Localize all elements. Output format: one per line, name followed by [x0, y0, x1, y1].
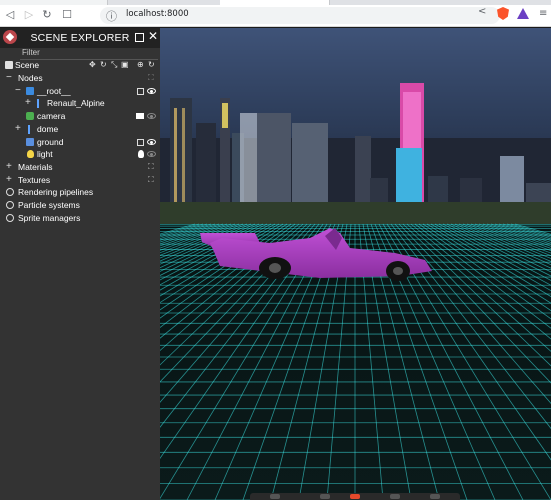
tree-item-ground[interactable]: ground [0, 137, 160, 149]
tree-item-root[interactable]: − __root__ [0, 85, 160, 98]
render-canvas[interactable] [160, 28, 551, 500]
tree-item-label: ground [37, 137, 64, 147]
tree-item-dome[interactable]: + dome [0, 123, 160, 136]
site-info-icon[interactable]: ⓘ [106, 8, 117, 24]
taskbar-item[interactable] [320, 494, 330, 499]
tree-item-label: dome [37, 124, 59, 134]
scale-gizmo-icon[interactable]: ⤡ [111, 60, 117, 70]
taskbar-item[interactable] [390, 494, 400, 499]
brave-rewards-icon[interactable] [517, 8, 529, 19]
visibility-icon[interactable] [147, 88, 156, 94]
url-text: localhost:8000 [126, 9, 189, 19]
bookmark-icon[interactable]: ☐ [60, 8, 74, 22]
bounding-box-gizmo-icon[interactable]: ▣ [121, 60, 129, 69]
tree-item-label: camera [37, 111, 66, 121]
tree-item-textures[interactable]: + Textures ⛶ [0, 174, 160, 187]
tree-item-label: Sprite managers [18, 213, 81, 223]
forward-icon[interactable]: ▷ [22, 8, 36, 22]
visibility-icon[interactable] [147, 113, 156, 119]
tree-item-label: light [37, 149, 53, 159]
filter-input[interactable]: Filter [0, 48, 160, 60]
scene-explorer: SCENE EXPLORER ✕ Filter Scene ✥ ↻ ⤡ ▣ ⊕ … [0, 28, 160, 500]
share-icon[interactable]: < [478, 6, 486, 17]
bone-icon [37, 99, 39, 108]
visibility-icon[interactable] [147, 139, 156, 145]
expand-icon[interactable]: + [6, 174, 12, 185]
back-icon[interactable]: ◁ [3, 8, 17, 22]
tree-item-light[interactable]: light [0, 149, 160, 161]
expand-all-icon[interactable]: ⛶ [148, 175, 154, 185]
menu-icon[interactable]: ≡ [539, 8, 547, 19]
popout-icon[interactable] [135, 33, 144, 42]
tree-item-rendering-pipelines[interactable]: Rendering pipelines [0, 187, 160, 199]
tree-item-label: Textures [18, 175, 51, 185]
circle-icon [6, 214, 14, 222]
tree-item-label: __root__ [37, 86, 71, 96]
cube-icon [26, 87, 34, 95]
circle-icon [6, 188, 14, 196]
tree-line [160, 202, 551, 224]
expand-all-icon[interactable]: ⛶ [148, 162, 154, 172]
scene-icon [5, 61, 13, 69]
bounding-box-icon[interactable] [137, 88, 144, 95]
camera-icon [26, 112, 34, 120]
tree-item-camera[interactable]: camera [0, 111, 160, 123]
tree-item-sprite-managers[interactable]: Sprite managers [0, 213, 160, 225]
bone-icon [28, 125, 30, 134]
taskbar-item[interactable] [270, 494, 280, 499]
mesh-icon [26, 138, 34, 146]
tree-item-label: Renault_Alpine [47, 98, 105, 108]
scene-render [160, 28, 551, 500]
taskbar [250, 493, 460, 500]
expand-icon[interactable]: + [15, 123, 21, 134]
refresh-icon[interactable]: ↻ [148, 60, 155, 69]
circle-icon [6, 201, 14, 209]
light-toggle-icon[interactable] [138, 150, 144, 158]
visibility-icon[interactable] [147, 151, 156, 157]
taskbar-item[interactable] [430, 494, 440, 499]
bounding-box-icon[interactable] [137, 139, 144, 146]
filter-placeholder: Filter [22, 48, 40, 57]
expand-icon[interactable]: + [25, 97, 31, 108]
bulb-icon [27, 150, 34, 158]
tree-item-particle-systems[interactable]: Particle systems [0, 200, 160, 212]
rotate-gizmo-icon[interactable]: ↻ [100, 60, 107, 69]
tree-item-label: Nodes [18, 73, 43, 83]
active-camera-icon[interactable] [136, 113, 144, 119]
tree-item-scene[interactable]: Scene ✥ ↻ ⤡ ▣ ⊕ ↻ [0, 60, 160, 72]
reload-icon[interactable]: ↻ [40, 8, 54, 22]
picking-icon[interactable]: ⊕ [137, 60, 144, 69]
tree-item-label: Rendering pipelines [18, 187, 94, 197]
taskbar-item[interactable] [350, 494, 360, 499]
tree-item-label: Particle systems [18, 200, 80, 210]
translate-gizmo-icon[interactable]: ✥ [89, 60, 96, 69]
explorer-header: SCENE EXPLORER ✕ [0, 28, 160, 48]
expand-all-icon[interactable]: ⛶ [148, 73, 154, 83]
collapse-icon[interactable]: − [15, 85, 21, 96]
tree-item-renault-alpine[interactable]: + Renault_Alpine [0, 97, 160, 110]
expand-icon[interactable]: + [6, 161, 12, 172]
tree-item-label: Scene [15, 60, 40, 70]
browser-toolbar: ◁ ▷ ↻ ☐ ⓘ localhost:8000 < ≡ [0, 5, 551, 27]
tree-item-label: Materials [18, 162, 53, 172]
address-bar[interactable]: ⓘ localhost:8000 [100, 7, 500, 24]
collapse-icon[interactable]: − [6, 72, 12, 83]
close-icon[interactable]: ✕ [148, 29, 158, 43]
tree-item-nodes[interactable]: − Nodes ⛶ [0, 72, 160, 85]
tree-item-materials[interactable]: + Materials ⛶ [0, 161, 160, 174]
